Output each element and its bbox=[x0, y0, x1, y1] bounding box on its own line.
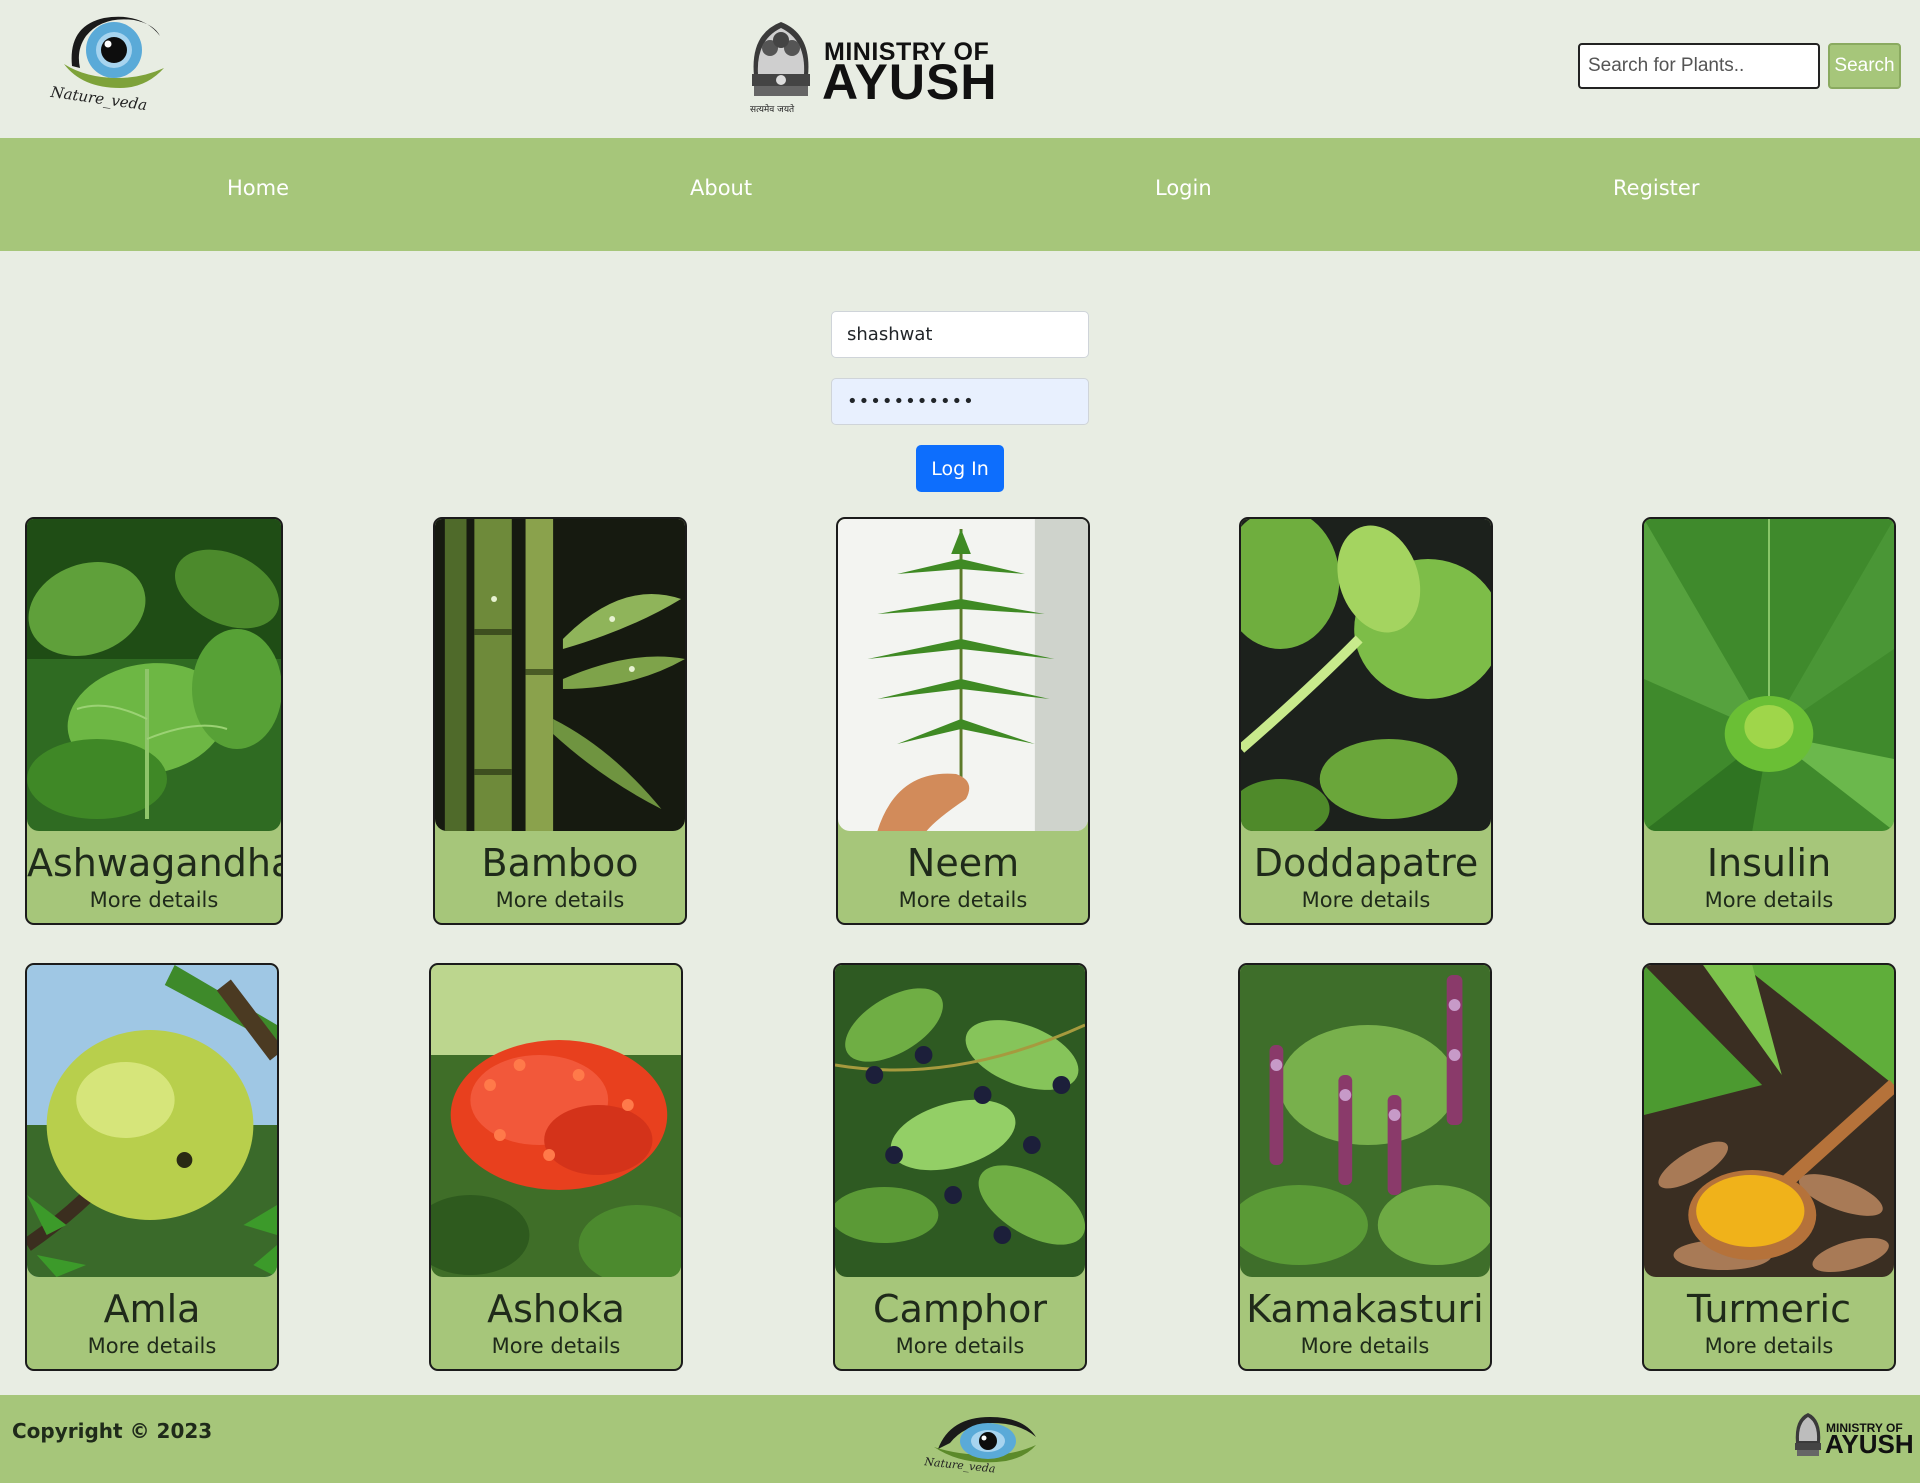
insulin-image bbox=[1644, 519, 1894, 831]
plant-card-ashwagandha[interactable]: Ashwagandha More details bbox=[25, 517, 283, 925]
plant-card-camphor[interactable]: Camphor More details bbox=[833, 963, 1087, 1371]
more-details-link[interactable]: More details bbox=[1240, 1334, 1490, 1358]
card-title: Turmeric bbox=[1687, 1287, 1851, 1331]
card-title: Insulin bbox=[1706, 841, 1832, 885]
footer-nature-veda-logo[interactable]: Nature_veda bbox=[920, 1409, 1042, 1476]
search-input[interactable] bbox=[1578, 43, 1820, 89]
turmeric-image bbox=[1644, 965, 1894, 1277]
site-footer: Copyright © 2023 Nature_veda MINISTRY OF… bbox=[0, 1395, 1920, 1483]
ashwagandha-image bbox=[27, 519, 281, 831]
more-details-link[interactable]: More details bbox=[1241, 888, 1491, 912]
doddapatre-image bbox=[1241, 519, 1491, 831]
card-title: Doddapatre bbox=[1253, 841, 1479, 885]
more-details-link[interactable]: More details bbox=[435, 888, 685, 912]
bamboo-image bbox=[435, 519, 685, 831]
more-details-link[interactable]: More details bbox=[27, 888, 281, 912]
card-title: Amla bbox=[103, 1287, 201, 1331]
password-field[interactable] bbox=[831, 378, 1089, 425]
plant-card-turmeric[interactable]: Turmeric More details bbox=[1642, 963, 1896, 1371]
card-title: Neem bbox=[906, 841, 1020, 885]
plant-card-doddapatre[interactable]: Doddapatre More details bbox=[1239, 517, 1493, 925]
emblem-caption: सत्यमेव जयते bbox=[750, 105, 795, 115]
nav-register[interactable]: Register bbox=[1613, 176, 1699, 200]
footer-ayush-logo[interactable]: MINISTRY OF AYUSH bbox=[1792, 1409, 1914, 1465]
nature-veda-logo[interactable]: Nature_veda bbox=[42, 6, 172, 114]
username-field[interactable] bbox=[831, 311, 1089, 358]
more-details-link[interactable]: More details bbox=[838, 888, 1088, 912]
more-details-link[interactable]: More details bbox=[1644, 888, 1894, 912]
logo-caption: Nature_veda bbox=[49, 83, 149, 112]
more-details-link[interactable]: More details bbox=[1644, 1334, 1894, 1358]
main-navigation: Home About Login Register bbox=[0, 138, 1920, 251]
national-emblem-icon bbox=[1792, 1409, 1824, 1465]
kamakasturi-image bbox=[1240, 965, 1490, 1277]
more-details-link[interactable]: More details bbox=[431, 1334, 681, 1358]
card-title: Kamakasturi bbox=[1246, 1287, 1484, 1331]
national-emblem-icon: सत्यमेव जयते bbox=[744, 14, 818, 118]
copyright-text: Copyright © 2023 bbox=[12, 1419, 213, 1443]
camphor-image bbox=[835, 965, 1085, 1277]
search-button[interactable]: Search bbox=[1828, 43, 1901, 89]
card-title: Ashwagandha bbox=[27, 841, 283, 885]
nav-login[interactable]: Login bbox=[1155, 176, 1212, 200]
login-button[interactable]: Log In bbox=[916, 445, 1004, 492]
plant-card-ashoka[interactable]: Ashoka More details bbox=[429, 963, 683, 1371]
amla-image bbox=[27, 965, 277, 1277]
more-details-link[interactable]: More details bbox=[835, 1334, 1085, 1358]
footer-ayush-label: AYUSH bbox=[1825, 1429, 1914, 1459]
plant-card-insulin[interactable]: Insulin More details bbox=[1642, 517, 1896, 925]
card-title: Ashoka bbox=[487, 1287, 625, 1331]
plant-card-kamakasturi[interactable]: Kamakasturi More details bbox=[1238, 963, 1492, 1371]
card-title: Bamboo bbox=[481, 841, 639, 885]
nav-home[interactable]: Home bbox=[227, 176, 289, 200]
nav-about[interactable]: About bbox=[690, 176, 752, 200]
eye-logo-icon: Nature_veda bbox=[49, 16, 164, 114]
plant-card-bamboo[interactable]: Bamboo More details bbox=[433, 517, 687, 925]
plant-card-amla[interactable]: Amla More details bbox=[25, 963, 279, 1371]
ashoka-image bbox=[431, 965, 681, 1277]
ministry-of-ayush-logo[interactable]: सत्यमेव जयते MINISTRY OF AYUSH bbox=[744, 14, 1014, 122]
more-details-link[interactable]: More details bbox=[27, 1334, 277, 1358]
site-header: Nature_veda सत्यमेव जयते MINISTRY OF AYU… bbox=[0, 0, 1920, 138]
plant-card-neem[interactable]: Neem More details bbox=[836, 517, 1090, 925]
eye-logo-icon: Nature_veda bbox=[923, 1417, 1036, 1476]
neem-image bbox=[838, 519, 1088, 831]
ayush-label: AYUSH bbox=[822, 54, 998, 110]
card-title: Camphor bbox=[873, 1287, 1047, 1331]
